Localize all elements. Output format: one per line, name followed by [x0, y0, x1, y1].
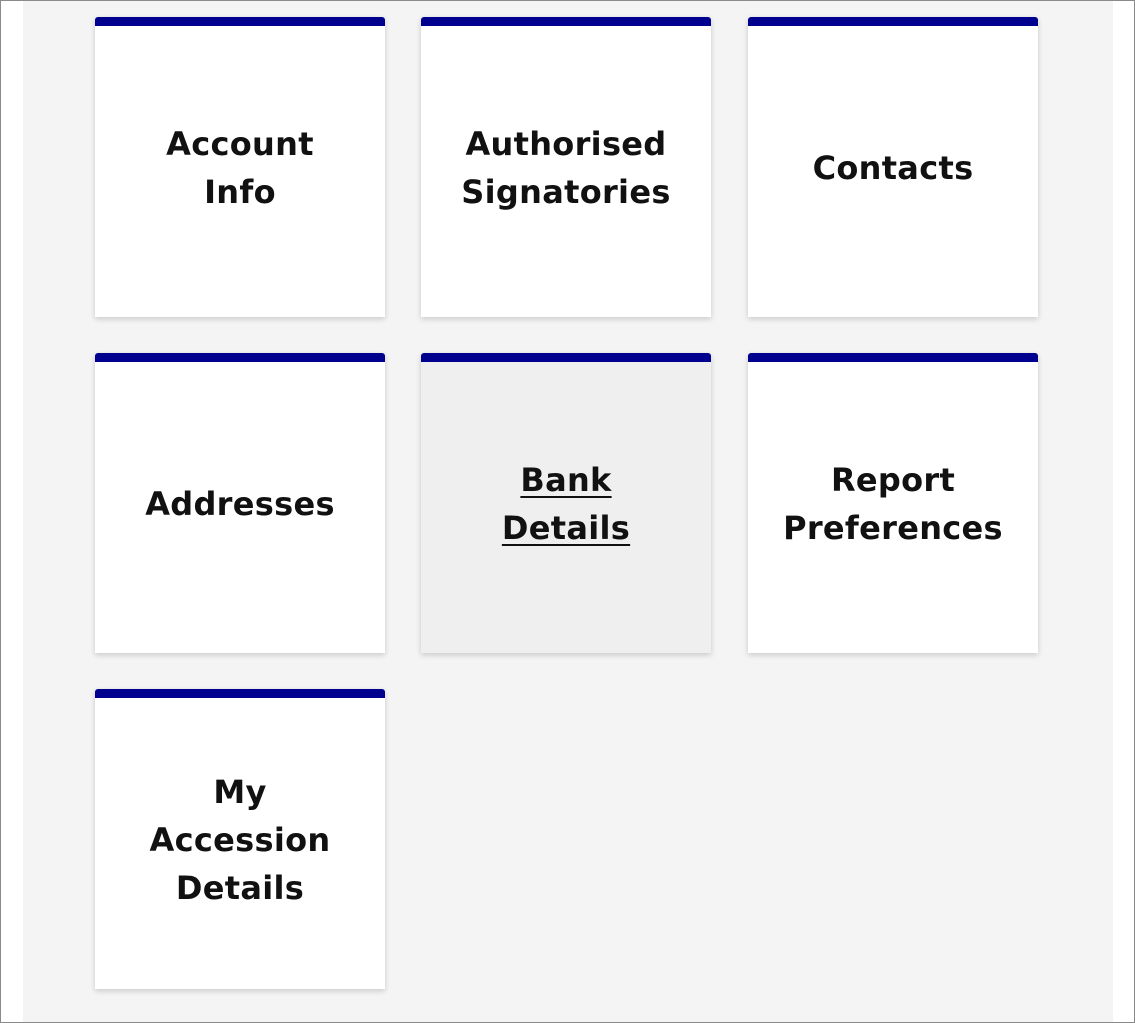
tile-label: Report Preferences — [778, 456, 1008, 552]
tile-label-line: My — [213, 772, 267, 811]
tile-label-line: Preferences — [783, 508, 1003, 547]
tile-label-line: Report — [830, 460, 956, 499]
tile-contacts[interactable]: Contacts — [748, 17, 1038, 317]
tile-label: My Accession Details — [125, 768, 355, 912]
tile-bank-details[interactable]: Bank Details — [421, 353, 711, 653]
tile-label: Authorised Signatories — [451, 120, 681, 216]
tile-label-line: Bank — [520, 460, 612, 499]
tile-label-line: Info — [204, 172, 276, 211]
tile-label-line: Details — [175, 868, 305, 907]
tile-label-line: Contacts — [812, 148, 974, 187]
tile-label: Contacts — [778, 144, 1008, 192]
tile-authorised-signatories[interactable]: Authorised Signatories — [421, 17, 711, 317]
tile-label-line: Signatories — [461, 172, 671, 211]
tile-account-info[interactable]: Account Info — [95, 17, 385, 317]
tile-report-preferences[interactable]: Report Preferences — [748, 353, 1038, 653]
tile-addresses[interactable]: Addresses — [95, 353, 385, 653]
tile-label-line: Addresses — [145, 484, 335, 523]
tile-label: Account Info — [125, 120, 355, 216]
tile-label: Bank Details — [451, 456, 681, 552]
tile-label-line: Accession — [149, 820, 331, 859]
tile-label: Addresses — [125, 480, 355, 528]
tile-my-accession-details[interactable]: My Accession Details — [95, 689, 385, 989]
tile-label-line: Authorised — [465, 124, 667, 163]
tile-label-line: Details — [501, 508, 631, 547]
window-frame: Account Info Authorised Signatories Cont… — [0, 0, 1135, 1023]
tile-label-line: Account — [166, 124, 314, 163]
